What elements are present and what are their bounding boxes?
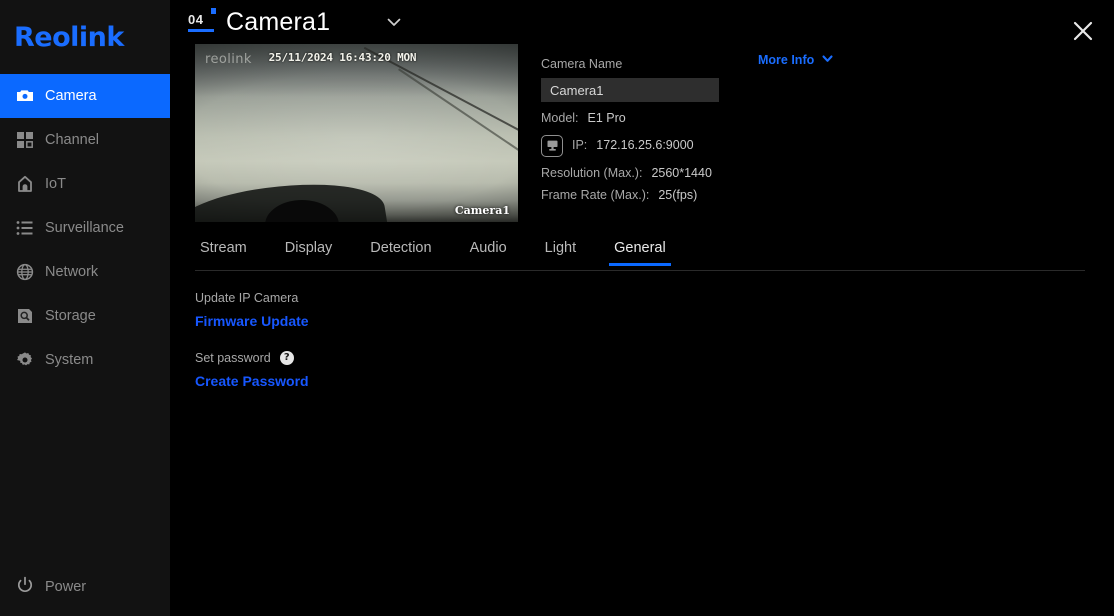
power-icon bbox=[16, 576, 34, 598]
home-icon bbox=[16, 175, 34, 193]
spec-value: E1 Pro bbox=[587, 111, 626, 125]
sidebar-item-channel[interactable]: Channel bbox=[0, 118, 170, 162]
channel-badge-tick bbox=[211, 7, 216, 14]
chevron-down-icon bbox=[821, 52, 834, 68]
set-password-section: Set password ? Create Password bbox=[195, 351, 1114, 391]
spec-value: 25(fps) bbox=[658, 188, 698, 202]
gear-icon bbox=[16, 351, 34, 369]
update-ip-camera-label: Update IP Camera bbox=[195, 291, 299, 305]
set-password-label: Set password ? bbox=[195, 351, 1114, 365]
sidebar-item-label: System bbox=[45, 351, 94, 368]
spec-key: Resolution (Max.): bbox=[541, 165, 643, 180]
question-mark-icon[interactable]: ? bbox=[279, 351, 294, 365]
sidebar-item-iot[interactable]: IoT bbox=[0, 162, 170, 206]
main-content: 04 Camera1 reolink 25/11/2024 16:43:20 M… bbox=[170, 0, 1114, 616]
titlebar: 04 Camera1 bbox=[170, 0, 1114, 44]
camera-icon bbox=[16, 87, 34, 105]
camera-info-row: reolink 25/11/2024 16:43:20 MON Camera1 … bbox=[170, 44, 1114, 222]
spec-resolution: Resolution (Max.): 2560*1440 bbox=[541, 165, 1114, 180]
camera-preview[interactable]: reolink 25/11/2024 16:43:20 MON Camera1 bbox=[195, 44, 518, 222]
channel-badge: 04 bbox=[188, 7, 216, 32]
brand-logo-text: Reolink bbox=[14, 21, 124, 53]
spec-key: Model: bbox=[541, 111, 579, 125]
sidebar-item-label: Surveillance bbox=[45, 219, 124, 236]
camera-details: Camera Name More Info Model: E1 Pro bbox=[518, 44, 1114, 222]
sidebar-item-label: Channel bbox=[45, 131, 100, 148]
spec-value: 2560*1440 bbox=[651, 165, 712, 180]
sidebar-item-network[interactable]: Network bbox=[0, 250, 170, 294]
sidebar-item-storage[interactable]: Storage bbox=[0, 294, 170, 338]
tab-stream[interactable]: Stream bbox=[195, 240, 252, 265]
sidebar-item-surveillance[interactable]: Surveillance bbox=[0, 206, 170, 250]
camera-name-input[interactable] bbox=[541, 78, 719, 102]
tab-detection[interactable]: Detection bbox=[365, 240, 436, 265]
sidebar-item-label: Camera bbox=[45, 87, 97, 104]
sidebar-item-label: Storage bbox=[45, 307, 96, 324]
more-info-toggle[interactable]: More Info bbox=[758, 52, 834, 68]
spec-ip: IP: 172.16.25.6:9000 bbox=[541, 134, 1114, 157]
sidebar-item-camera[interactable]: Camera bbox=[0, 74, 170, 118]
preview-timestamp: 25/11/2024 16:43:20 MON bbox=[268, 51, 417, 64]
sidebar-item-system[interactable]: System bbox=[0, 338, 170, 382]
settings-tabs: Stream Display Detection Audio Light Gen… bbox=[195, 240, 1085, 271]
spec-key: Frame Rate (Max.): bbox=[541, 188, 650, 202]
spec-value: 172.16.25.6:9000 bbox=[596, 138, 694, 153]
sidebar-power-label: Power bbox=[45, 579, 87, 595]
storage-icon bbox=[16, 307, 34, 325]
brand-logo: Reolink bbox=[0, 0, 170, 74]
grid-icon bbox=[16, 131, 34, 149]
firmware-update-link[interactable]: Firmware Update bbox=[195, 313, 309, 329]
close-icon[interactable] bbox=[1070, 18, 1096, 44]
tab-audio[interactable]: Audio bbox=[465, 240, 512, 265]
tab-general[interactable]: General bbox=[609, 240, 671, 266]
page-title: Camera1 bbox=[226, 7, 331, 36]
channel-badge-underline bbox=[188, 28, 214, 32]
more-info-label: More Info bbox=[758, 53, 815, 67]
sidebar-item-label: IoT bbox=[45, 175, 66, 192]
spec-key: IP: bbox=[572, 138, 588, 153]
create-password-link[interactable]: Create Password bbox=[195, 373, 309, 389]
sidebar-item-power[interactable]: Power bbox=[0, 570, 170, 604]
sidebar: Reolink Camera Channel IoT Surveillance … bbox=[0, 0, 170, 616]
set-password-text: Set password bbox=[195, 351, 271, 365]
general-panel: Update IP Camera Firmware Update Set pas… bbox=[170, 271, 1114, 391]
preview-channel-label: Camera1 bbox=[454, 204, 510, 217]
sidebar-item-label: Network bbox=[45, 263, 99, 280]
update-ip-camera-section: Update IP Camera Firmware Update bbox=[195, 291, 1114, 331]
globe-icon bbox=[16, 263, 34, 281]
tab-light[interactable]: Light bbox=[540, 240, 581, 265]
spec-model: Model: E1 Pro bbox=[541, 112, 1114, 125]
spec-framerate: Frame Rate (Max.): 25(fps) bbox=[541, 189, 1114, 202]
app-window: Reolink Camera Channel IoT Surveillance … bbox=[0, 0, 1114, 616]
channel-badge-number: 04 bbox=[188, 11, 204, 27]
list-icon bbox=[16, 219, 34, 237]
chevron-down-icon[interactable] bbox=[384, 12, 404, 32]
device-icon bbox=[541, 134, 563, 157]
tab-display[interactable]: Display bbox=[280, 240, 338, 265]
